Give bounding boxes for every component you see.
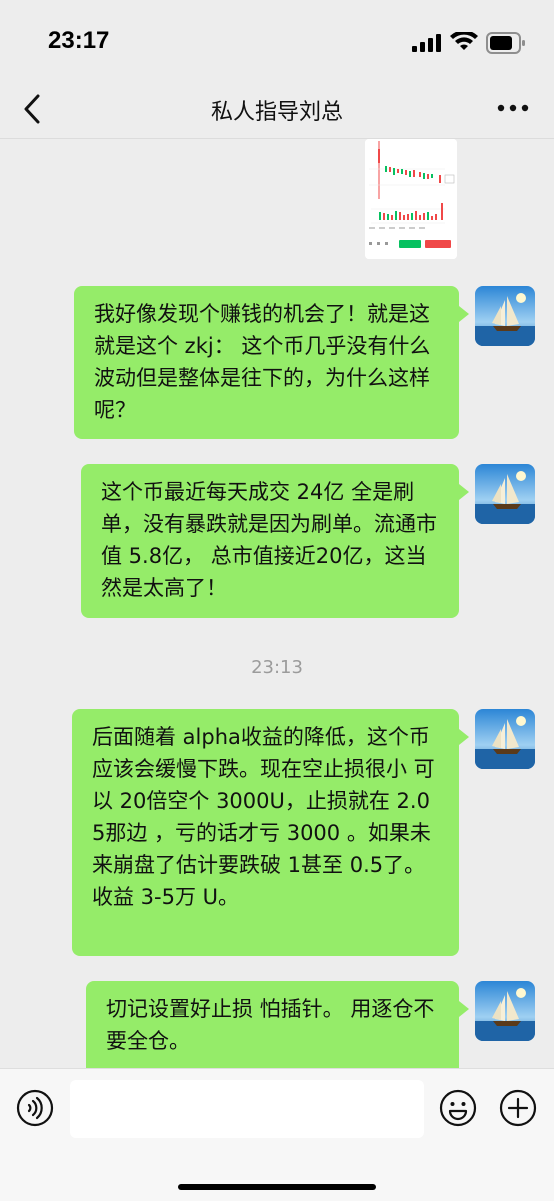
emoji-icon[interactable] [439, 1089, 477, 1127]
message-timestamp: 23:13 [251, 657, 303, 678]
home-indicator[interactable] [178, 1184, 376, 1190]
candlestick-chart-thumbnail [365, 139, 457, 259]
message-text: 我好像发现个赚钱的机会了！就是这就是这个 zkj： 这个币几乎没有什么波动但是整… [94, 302, 431, 422]
message-input[interactable] [70, 1080, 424, 1138]
status-bar: 23:17 [0, 0, 554, 80]
chat-title: 私人指导刘总 [210, 100, 343, 125]
message-bubble[interactable]: 切记设置好止损 怕插针。 用逐仓不要全仓。 [86, 981, 469, 1070]
input-bar [0, 1068, 554, 1201]
avatar[interactable] [475, 286, 535, 346]
add-attachment-icon[interactable] [499, 1089, 537, 1127]
sailing-ship-avatar-icon [475, 981, 535, 1041]
status-time: 23:17 [48, 27, 110, 54]
message-text: 这个币最近每天成交 24亿 全是刷单，没有暴跌就是因为刷单。流通市值 5.8亿，… [101, 480, 437, 600]
avatar[interactable] [475, 709, 535, 769]
sailing-ship-avatar-icon [475, 709, 535, 769]
message-text: 后面随着 alpha收益的降低，这个币应该会缓慢下跌。现在空止损很小 可以 20… [92, 725, 435, 909]
message-bubble[interactable]: 我好像发现个赚钱的机会了！就是这就是这个 zkj： 这个币几乎没有什么波动但是整… [74, 286, 469, 439]
message-bubble[interactable]: 这个币最近每天成交 24亿 全是刷单，没有暴跌就是因为刷单。流通市值 5.8亿，… [81, 464, 469, 618]
message-bubble[interactable]: 后面随着 alpha收益的降低，这个币应该会缓慢下跌。现在空止损很小 可以 20… [72, 709, 469, 956]
avatar[interactable] [475, 981, 535, 1041]
cellular-signal-icon [412, 34, 441, 52]
voice-input-icon[interactable] [16, 1089, 54, 1127]
message-text: 切记设置好止损 怕插针。 用逐仓不要全仓。 [106, 997, 435, 1053]
image-message-chart-thumbnail[interactable] [365, 139, 457, 259]
avatar[interactable] [475, 464, 535, 524]
wifi-icon [450, 32, 478, 50]
chat-header: 私人指导刘总 [0, 80, 554, 139]
sailing-ship-avatar-icon [475, 464, 535, 524]
sailing-ship-avatar-icon [475, 286, 535, 346]
battery-icon [486, 32, 525, 54]
more-options-icon[interactable] [497, 100, 529, 116]
message-list[interactable]: 我好像发现个赚钱的机会了！就是这就是这个 zkj： 这个币几乎没有什么波动但是整… [0, 139, 554, 1070]
